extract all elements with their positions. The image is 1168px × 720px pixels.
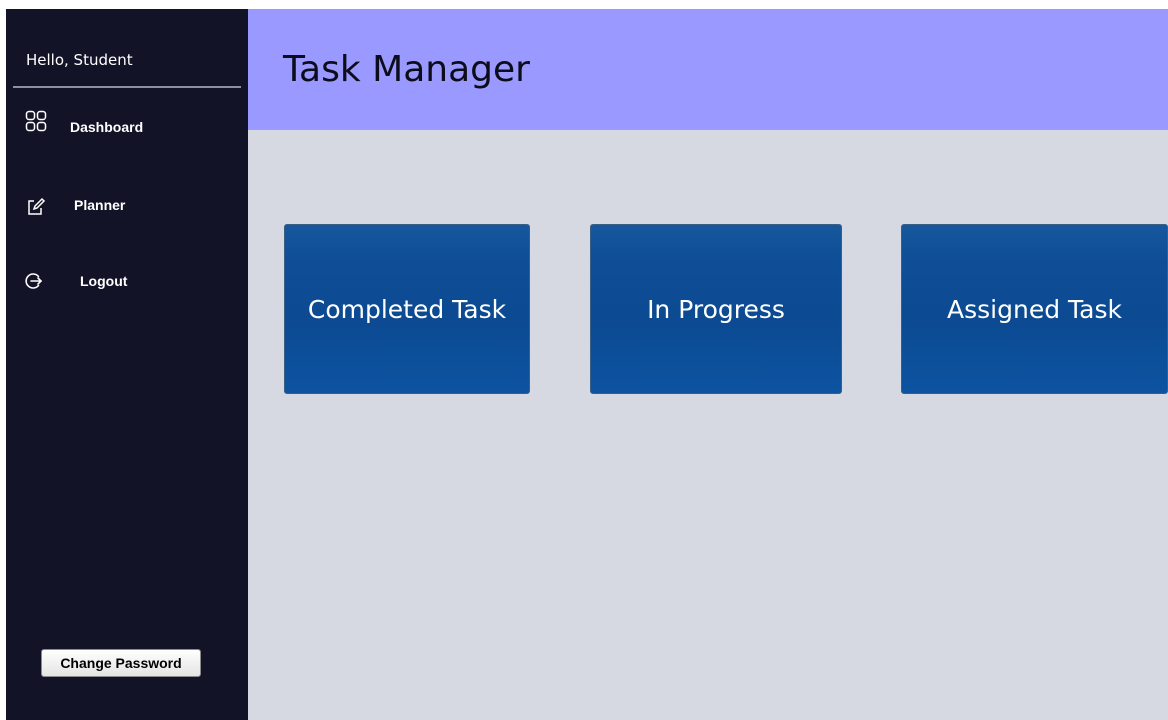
sidebar-item-dashboard[interactable]: Dashboard	[6, 110, 248, 144]
change-password-button[interactable]: Change Password	[41, 649, 201, 677]
edit-note-icon	[25, 195, 47, 217]
sidebar-item-planner[interactable]: Planner	[6, 195, 248, 229]
app-window: Hello, Student Dashboard Planner Logout …	[6, 9, 1168, 720]
sidebar-item-label: Dashboard	[70, 119, 144, 135]
sidebar: Hello, Student Dashboard Planner Logout …	[6, 9, 248, 720]
sidebar-divider	[13, 86, 241, 88]
sidebar-item-label: Logout	[80, 273, 128, 289]
greeting-text: Hello, Student	[26, 51, 133, 69]
in-progress-card[interactable]: In Progress	[590, 224, 842, 394]
assigned-task-card[interactable]: Assigned Task	[901, 224, 1168, 394]
dashboard-grid-icon	[25, 110, 47, 132]
sidebar-item-logout[interactable]: Logout	[6, 270, 248, 304]
page-title: Task Manager	[283, 49, 530, 90]
header: Task Manager	[248, 9, 1168, 130]
logout-icon	[23, 270, 45, 292]
sidebar-item-label: Planner	[74, 197, 126, 213]
completed-task-card[interactable]: Completed Task	[284, 224, 530, 394]
